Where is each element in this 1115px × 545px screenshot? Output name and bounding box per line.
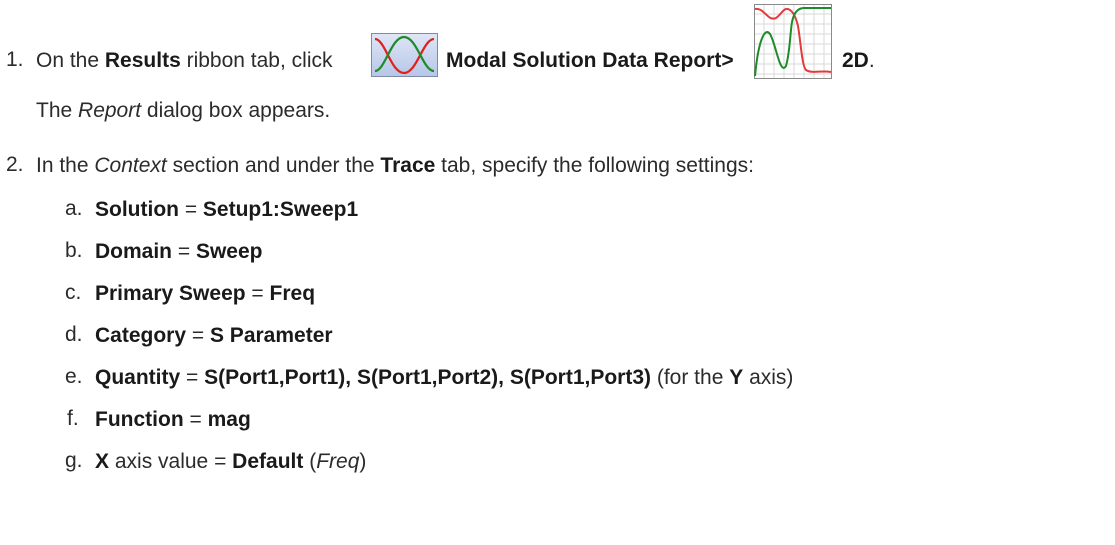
results-tab-label: Results bbox=[104, 49, 181, 72]
rectangular-plot-2d-icon bbox=[754, 4, 832, 79]
setting-category: Category = S Parameter bbox=[95, 324, 333, 347]
item-b-letter: b. bbox=[65, 239, 83, 262]
2d-option-label: 2D bbox=[842, 49, 869, 72]
step-2-text: In the Context section and under the Tra… bbox=[36, 154, 754, 177]
setting-domain: Domain = Sweep bbox=[95, 240, 263, 263]
step-2-number: 2. bbox=[6, 153, 24, 176]
setting-primary-sweep: Primary Sweep = Freq bbox=[95, 282, 316, 305]
setting-function: Function = mag bbox=[95, 408, 251, 431]
item-f-letter: f. bbox=[67, 407, 79, 430]
document-page: { "step1": { "number": "1.", "pre": "On … bbox=[0, 0, 1115, 545]
item-e-letter: e. bbox=[65, 365, 83, 388]
step-1-result: The Report dialog box appears. bbox=[36, 99, 331, 122]
step-1-number: 1. bbox=[6, 48, 24, 71]
setting-x-axis: X axis value = Default (Freq) bbox=[95, 450, 367, 473]
setting-solution: Solution = Setup1:Sweep1 bbox=[95, 198, 359, 221]
item-d-letter: d. bbox=[65, 323, 83, 346]
item-a-letter: a. bbox=[65, 197, 83, 220]
setting-quantity: Quantity = S(Port1,Port1), S(Port1,Port2… bbox=[95, 366, 794, 389]
item-c-letter: c. bbox=[65, 281, 82, 304]
modal-solution-data-report-label: Modal Solution Data Report> bbox=[446, 49, 734, 72]
step-1-text: On the Results ribbon tab, click bbox=[36, 49, 333, 72]
item-g-letter: g. bbox=[65, 449, 83, 472]
modal-solution-data-report-icon bbox=[371, 33, 438, 77]
